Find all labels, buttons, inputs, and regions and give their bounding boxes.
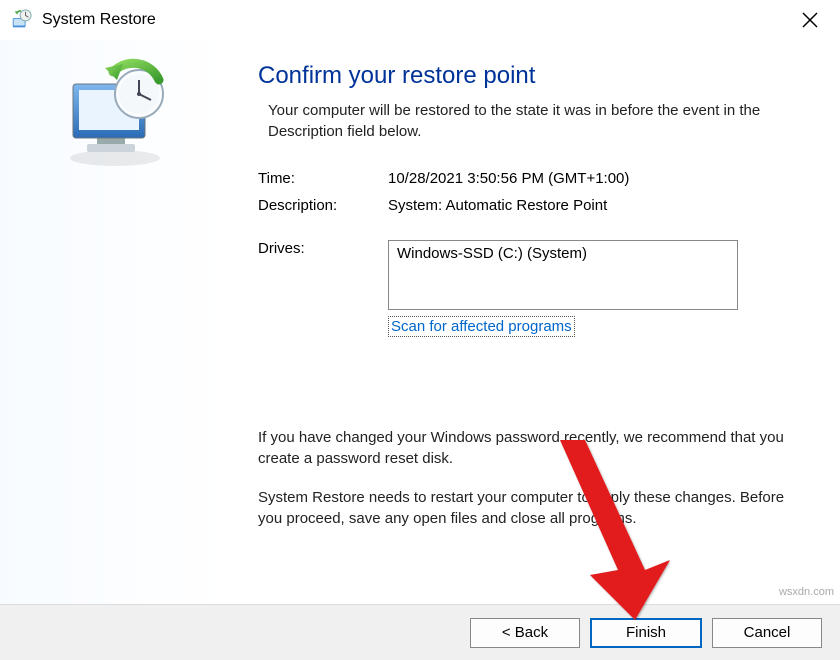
- drive-item: Windows-SSD (C:) (System): [397, 245, 729, 262]
- window-title: System Restore: [42, 11, 790, 29]
- system-restore-wizard-icon: [55, 58, 175, 168]
- close-icon: [802, 12, 818, 28]
- system-restore-icon: [10, 9, 32, 31]
- watermark: wsxdn.com: [779, 586, 834, 598]
- restart-note: System Restore needs to restart your com…: [258, 487, 804, 529]
- back-button[interactable]: < Back: [470, 618, 580, 648]
- password-note: If you have changed your Windows passwor…: [258, 427, 804, 469]
- wizard-content: Confirm your restore point Your computer…: [230, 40, 840, 604]
- scan-affected-programs-link[interactable]: Scan for affected programs: [388, 316, 575, 337]
- cancel-button[interactable]: Cancel: [712, 618, 822, 648]
- page-subheading: Your computer will be restored to the st…: [258, 100, 804, 142]
- wizard-footer: < Back Finish Cancel: [0, 604, 840, 660]
- close-button[interactable]: [790, 0, 830, 40]
- title-bar: System Restore: [0, 0, 840, 40]
- time-value: 10/28/2021 3:50:56 PM (GMT+1:00): [388, 170, 804, 187]
- description-label: Description:: [258, 197, 388, 214]
- finish-button[interactable]: Finish: [590, 618, 702, 648]
- description-value: System: Automatic Restore Point: [388, 197, 804, 214]
- drives-list[interactable]: Windows-SSD (C:) (System): [388, 240, 738, 310]
- time-label: Time:: [258, 170, 388, 187]
- drives-label: Drives:: [258, 240, 388, 257]
- page-heading: Confirm your restore point: [258, 62, 804, 90]
- wizard-sidebar: [0, 40, 230, 604]
